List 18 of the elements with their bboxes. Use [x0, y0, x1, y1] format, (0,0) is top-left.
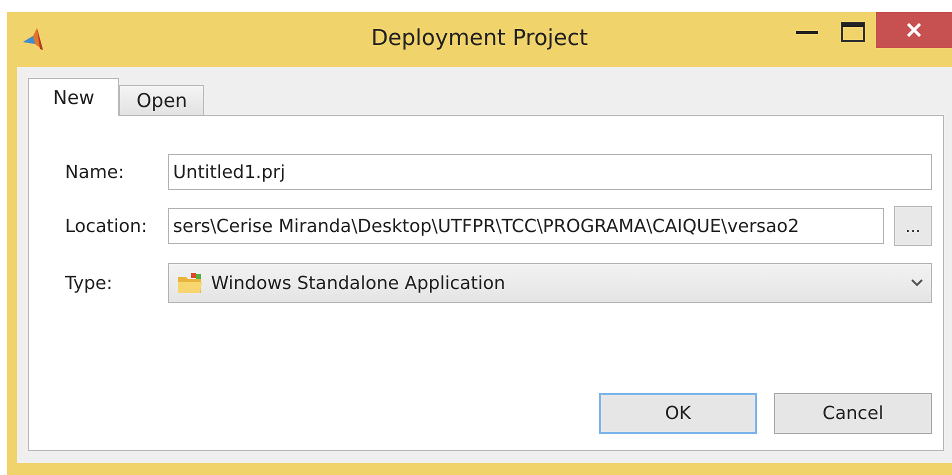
field-label: Location: [65, 216, 148, 236]
field-label: Type: [65, 272, 114, 294]
type-dropdown[interactable]: Windows Standalone Application [168, 263, 932, 303]
tab[interactable]: New [28, 78, 120, 116]
window-title: Deployment Project [371, 26, 588, 51]
folder-icon [177, 272, 203, 294]
chevron-down-icon [911, 279, 923, 287]
ok-button[interactable]: OK [599, 393, 757, 434]
minimize-icon [796, 30, 818, 34]
maximize-icon [841, 22, 865, 42]
close-button[interactable] [876, 12, 952, 48]
field-label: Name: [65, 162, 126, 182]
cancel-button[interactable]: Cancel [774, 393, 932, 434]
tab[interactable]: Open [119, 85, 204, 115]
close-icon [907, 23, 921, 37]
location-field[interactable]: sers\Cerise Miranda\Desktop\UTFPR\TCC\PROGRAMA\CAIQUE\versao2 [168, 208, 884, 244]
name-field[interactable]: Untitled1.prj [168, 154, 932, 190]
browse-button[interactable]: ... [894, 206, 932, 246]
